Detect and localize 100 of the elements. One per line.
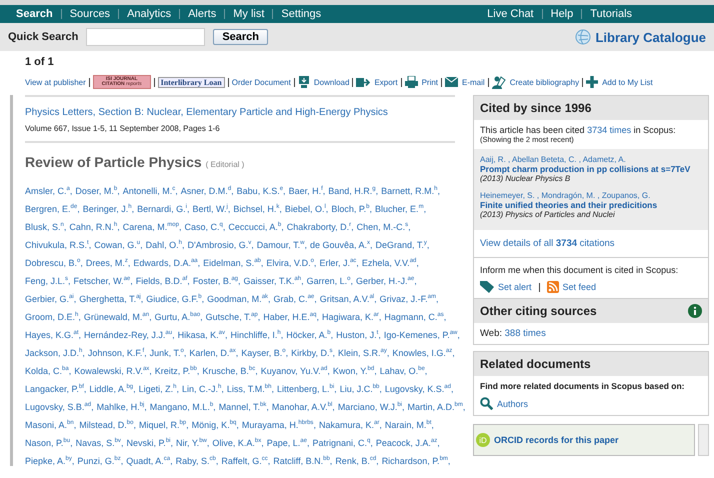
author-link[interactable]: Chen, M.-C.$^{s}$, <box>356 222 411 232</box>
citing-title-link[interactable]: Prompt charm production in pp collisions at s=7TeV <box>480 164 702 174</box>
scrollbar[interactable] <box>698 424 709 456</box>
author-link[interactable]: Blucher, E.$^{m}$, <box>375 204 426 214</box>
web-citations-link[interactable]: 388 times <box>504 328 546 339</box>
author-link[interactable]: Nevski, P.$^{bi}$, <box>126 438 173 448</box>
author-link[interactable]: Band, H.R.$^{g}$, <box>328 186 378 196</box>
author-link[interactable]: Navas, S.$^{bv}$, <box>76 438 124 448</box>
author-link[interactable]: Garren, L.$^{o}$, <box>306 276 353 286</box>
nav-link[interactable]: Help <box>542 9 582 19</box>
author-link[interactable]: Bertl, W.$^{j}$, <box>192 204 230 214</box>
author-link[interactable]: Liss, T.M.$^{bh}$, <box>226 384 274 394</box>
author-link[interactable]: Beringer, J.$^{h}$, <box>82 204 134 214</box>
author-link[interactable]: Quadt, A.$^{ca}$, <box>126 456 173 466</box>
author-link[interactable]: Biebel, O.$^{l}$, <box>284 204 328 214</box>
author-link[interactable]: Lin, C.-J.$^{h}$, <box>182 384 224 394</box>
author-link[interactable]: D'Ambrosio, G.$^{v}$, <box>187 240 254 250</box>
author-link[interactable]: Mahlke, H.$^{bj}$, <box>96 402 147 412</box>
author-link[interactable]: Mönig, K.$^{bq}$, <box>192 420 239 430</box>
author-link[interactable]: Gerber, H.-J.$^{ae}$, <box>356 276 417 286</box>
author-link[interactable]: DeGrand, T.$^{y}$, <box>376 240 430 250</box>
author-link[interactable]: Cowan, G.$^{u}$, <box>94 240 143 250</box>
author-link[interactable]: Miquel, R.$^{bp}$, <box>138 420 189 430</box>
nav-link[interactable]: Live Chat <box>479 9 542 19</box>
author-link[interactable]: Renk, B.$^{cd}$, <box>335 456 379 466</box>
author-link[interactable]: Erler, J.$^{ac}$, <box>319 258 359 268</box>
author-link[interactable]: Narain, M.$^{bt}$, <box>384 420 434 430</box>
toolbar-link[interactable]: Export <box>374 78 398 86</box>
author-link[interactable]: Gaisser, T.K.$^{ah}$, <box>244 276 304 286</box>
author-link[interactable]: Liu, J.C.$^{bb}$, <box>340 384 382 394</box>
author-link[interactable]: Kuyanov, Yu.V.$^{ad}$, <box>260 366 330 376</box>
author-link[interactable]: Hinchliffe, I.$^{h}$, <box>230 330 284 340</box>
author-link[interactable]: Krusche, B.$^{bc}$, <box>202 366 258 376</box>
search-field[interactable] <box>86 28 206 46</box>
citing-authors-link[interactable]: Heinemeyer, S. , Mondragón, M. , Zoupanos, G. <box>480 191 702 200</box>
nav-tab[interactable]: Sources <box>60 9 118 19</box>
author-link[interactable]: Hagmann, C.$^{as}$, <box>384 312 446 322</box>
info-icon[interactable] <box>688 304 702 318</box>
set-alert-link[interactable]: Set alert <box>498 282 532 292</box>
author-link[interactable]: Raby, S.$^{cb}$, <box>176 456 218 466</box>
author-link[interactable]: Eidelman, S.$^{ab}$, <box>203 258 264 268</box>
author-link[interactable]: Grünewald, M.$^{an}$, <box>84 312 152 322</box>
toolbar-link[interactable]: Create bibliography <box>510 78 580 86</box>
author-link[interactable]: Foster, B.$^{ag}$, <box>192 276 241 286</box>
author-link[interactable]: Groom, D.E.$^{h}$, <box>25 312 81 322</box>
author-link[interactable]: Kayser, B.$^{o}$, <box>241 348 288 358</box>
nav-tab[interactable]: Settings <box>272 9 330 19</box>
nav-tab[interactable]: Alerts <box>179 9 224 19</box>
author-link[interactable]: Patrignani, C.$^{q}$, <box>312 438 373 448</box>
author-link[interactable]: Doser, M.$^{b}$, <box>75 186 120 196</box>
author-link[interactable]: Fetscher, W.$^{ae}$, <box>74 276 133 286</box>
author-link[interactable]: Ratcliff, B.N.$^{bb}$, <box>273 456 332 466</box>
author-link[interactable]: Bloch, P.$^{b}$, <box>331 204 372 214</box>
journal-link[interactable]: Physics Letters, Section B: Nuclear, Elementary Particle and High-Energy Physics <box>25 95 455 118</box>
author-link[interactable]: Fields, B.D.$^{af}$, <box>136 276 190 286</box>
nav-tab[interactable]: My list <box>224 9 272 19</box>
author-link[interactable]: Dahl, O.$^{h}$, <box>146 240 184 250</box>
author-link[interactable]: Gerbier, G.$^{ai}$, <box>25 294 76 304</box>
orcid-panel[interactable]: iD ORCID records for this paper <box>473 424 695 456</box>
author-link[interactable]: Kolda, C.$^{ba}$, <box>25 366 72 376</box>
toolbar-link[interactable]: Print <box>422 78 438 86</box>
author-link[interactable]: Peacock, J.A.$^{az}$, <box>376 438 440 448</box>
author-link[interactable]: Caso, C.$^{q}$, <box>184 222 226 232</box>
toolbar-link[interactable]: Add to My List <box>602 78 653 86</box>
author-link[interactable]: Masoni, A.$^{bn}$, <box>25 420 76 430</box>
citing-authors-link[interactable]: Aaij, R. , Abellan Beteta, C. , Adametz, A. <box>480 155 702 164</box>
author-link[interactable]: Ligeti, Z.$^{h}$, <box>138 384 180 394</box>
author-link[interactable]: Carena, M.$^{mop}$, <box>122 222 182 232</box>
author-link[interactable]: Lahav, O.$^{be}$, <box>380 366 428 376</box>
author-link[interactable]: Kowalewski, R.V.$^{ax}$, <box>74 366 152 376</box>
author-link[interactable]: Mangano, M.L.$^{b}$, <box>150 402 216 412</box>
nav-link[interactable]: Tutorials <box>581 9 640 19</box>
toolbar-link[interactable]: E-mail <box>462 78 485 86</box>
author-link[interactable]: Lugovsky, K.S.$^{ad}$, <box>384 384 454 394</box>
author-link[interactable]: Littenberg, L.$^{bi}$, <box>276 384 337 394</box>
author-link[interactable]: Raffelt, G.$^{cc}$, <box>221 456 270 466</box>
author-link[interactable]: Olive, K.A.$^{bx}$, <box>212 438 264 448</box>
author-link[interactable]: Höcker, A.$^{b}$, <box>286 330 334 340</box>
author-link[interactable]: Giudice, G.F.$^{b}$, <box>146 294 204 304</box>
author-link[interactable]: Chivukula, R.S.$^{t}$, <box>25 240 92 250</box>
author-link[interactable]: Feng, J.L.$^{s}$, <box>25 276 71 286</box>
orcid-link[interactable]: ORCID records for this paper <box>494 435 619 445</box>
author-link[interactable]: Junk, T.$^{o}$, <box>150 348 186 358</box>
author-link[interactable]: Pape, L.$^{ae}$, <box>266 438 310 448</box>
author-link[interactable]: Babu, K.S.$^{e}$, <box>236 186 286 196</box>
author-link[interactable]: Barnett, R.M.$^{h}$, <box>381 186 440 196</box>
toolbar-link[interactable]: View at publisher <box>25 78 86 86</box>
author-link[interactable]: Amsler, C.$^{a}$, <box>25 186 72 196</box>
author-link[interactable]: Richardson, P.$^{bm}$, <box>382 456 450 466</box>
toolbar-link[interactable]: Order Document <box>232 78 291 86</box>
search-button[interactable]: Search <box>213 29 268 45</box>
nav-tab[interactable]: Search <box>8 9 61 19</box>
library-catalogue-link[interactable]: Library Catalogue <box>595 30 706 44</box>
author-link[interactable]: Marciano, W.J.$^{bi}$, <box>338 402 405 412</box>
author-link[interactable]: Hayes, K.G.$^{at}$, <box>25 330 82 340</box>
citation-count-link[interactable]: 3734 times <box>587 125 632 135</box>
author-link[interactable]: Piepke, A.$^{by}$, <box>25 456 74 466</box>
author-link[interactable]: Igo-Kemenes, P.$^{aw}$, <box>384 330 460 340</box>
author-link[interactable]: Damour, T.$^{w}$, <box>256 240 307 250</box>
author-link[interactable]: Nakamura, K.$^{ar}$, <box>318 420 382 430</box>
